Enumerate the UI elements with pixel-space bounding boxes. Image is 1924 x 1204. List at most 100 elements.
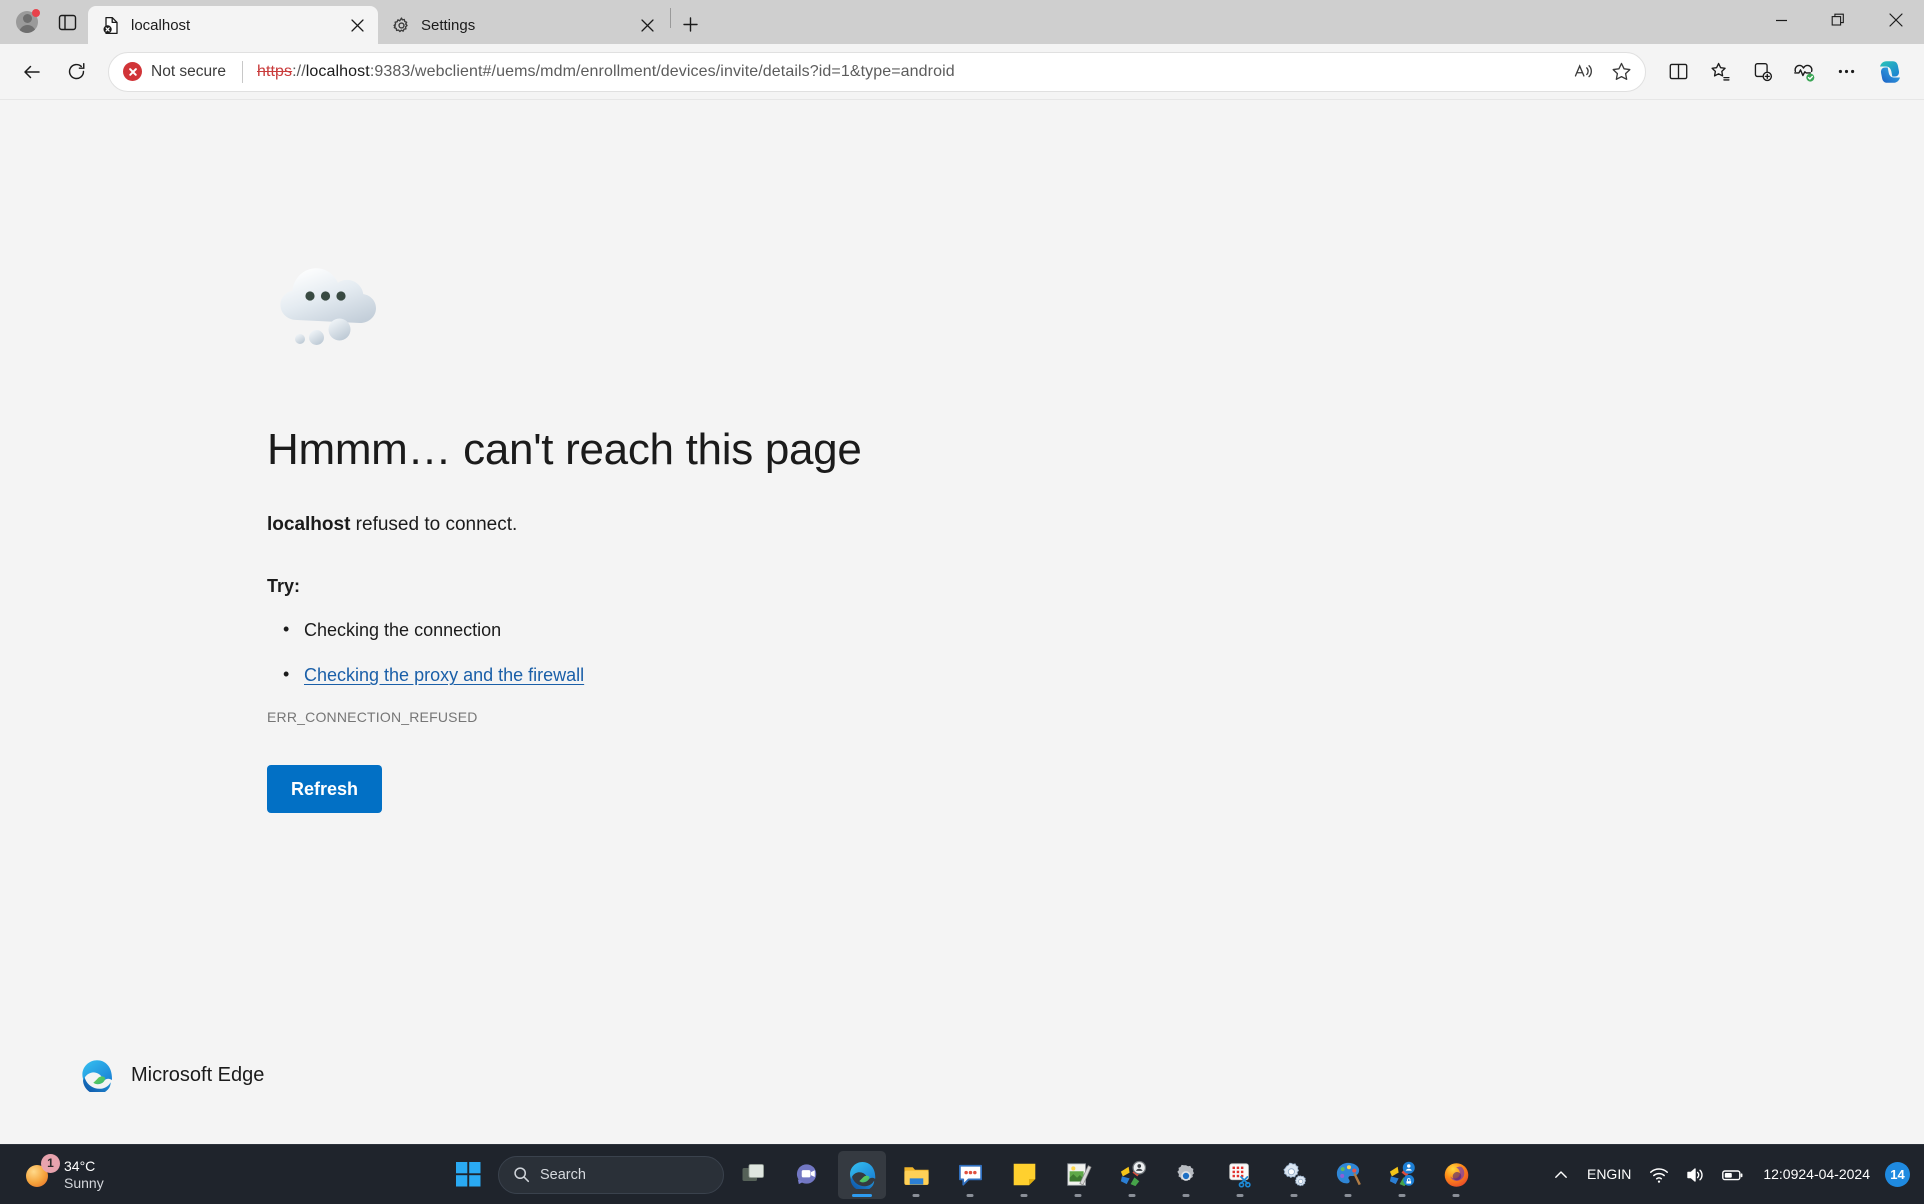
taskbar-app-sticky-notes[interactable]	[1000, 1151, 1048, 1199]
close-icon[interactable]	[344, 12, 370, 38]
url-host: localhost	[305, 62, 370, 80]
edge-logo-icon	[82, 1060, 112, 1092]
pinwheel-icon	[1120, 1160, 1146, 1187]
clock[interactable]: 12:09 24-04-2024	[1754, 1151, 1879, 1199]
browser-essentials-icon[interactable]	[1784, 52, 1824, 92]
more-options-button[interactable]	[1826, 52, 1866, 92]
search-input[interactable]: Search	[498, 1155, 724, 1194]
wifi-icon[interactable]	[1642, 1151, 1676, 1199]
running-indicator	[1290, 1193, 1298, 1197]
taskbar-app-paint-legacy[interactable]	[1054, 1151, 1102, 1199]
volume-icon[interactable]	[1678, 1151, 1712, 1199]
taskbar-app-settings-app[interactable]	[1270, 1151, 1318, 1199]
reload-button[interactable]	[56, 52, 96, 92]
address-bar[interactable]: Not secure https://localhost:9383/webcli…	[108, 51, 1646, 92]
try-label: Try:	[267, 575, 301, 596]
toolbar-right-actions	[1658, 50, 1912, 94]
security-label: Not secure	[151, 62, 226, 80]
tab-settings[interactable]: Settings	[378, 6, 668, 44]
paint-palette-icon	[1336, 1162, 1361, 1186]
taskbar-app-file-explorer[interactable]	[892, 1151, 940, 1199]
maximize-restore-button[interactable]	[1810, 0, 1867, 40]
error-subject: localhost	[267, 513, 351, 535]
chat-video-icon	[796, 1164, 816, 1185]
taskbar-app-paint-palette-app[interactable]	[1324, 1151, 1372, 1199]
site-security-button[interactable]: Not secure	[123, 62, 228, 81]
list-item: Checking the proxy and the firewall	[267, 663, 1267, 687]
tab-title: localhost	[131, 16, 191, 34]
language-primary: ENG	[1586, 1166, 1618, 1183]
window-controls	[1753, 0, 1924, 44]
weather-widget[interactable]: 1 34°C Sunny	[0, 1149, 104, 1201]
message-bubble-icon	[958, 1164, 982, 1186]
profile-alert-dot	[32, 9, 40, 17]
notification-badge[interactable]: 14	[1885, 1162, 1910, 1187]
running-indicator	[1020, 1193, 1028, 1197]
taskbar-app-chat-app[interactable]	[784, 1151, 832, 1199]
language-secondary: IN	[1617, 1166, 1632, 1183]
tab-strip: localhost Settings	[0, 0, 1924, 44]
favorites-list-icon[interactable]	[1700, 52, 1740, 92]
close-window-button[interactable]	[1867, 0, 1924, 40]
gear-icon	[1177, 1164, 1195, 1181]
minimize-button[interactable]	[1753, 0, 1810, 40]
tab-actions-menu-button[interactable]	[50, 5, 84, 39]
snipping-tool-icon	[1229, 1162, 1251, 1188]
read-aloud-icon[interactable]	[1565, 55, 1601, 89]
page-content: Hmmm… can't reach this page localhost re…	[0, 100, 1924, 1144]
proxy-firewall-link[interactable]: Checking the proxy and the firewall	[304, 665, 584, 685]
refresh-button[interactable]: Refresh	[267, 765, 383, 814]
profile-button[interactable]	[10, 5, 44, 39]
url-scheme: https	[256, 62, 293, 80]
error-code: ERR_CONNECTION_REFUSED	[267, 709, 478, 726]
weather-temperature: 34°C	[64, 1158, 96, 1175]
weather-condition: Sunny	[64, 1174, 104, 1191]
windows-logo-icon	[455, 1162, 480, 1187]
task-view-icon	[742, 1163, 764, 1181]
folder-icon	[903, 1167, 929, 1186]
taskbar-app-pinwheel-app-one[interactable]	[1108, 1151, 1156, 1199]
split-screen-icon[interactable]	[1658, 52, 1698, 92]
search-icon	[514, 1167, 530, 1183]
tab-title: Settings	[421, 16, 476, 34]
running-indicator	[1074, 1193, 1082, 1197]
taskbar-app-messaging-app[interactable]	[946, 1151, 994, 1199]
new-tab-button[interactable]	[673, 7, 707, 41]
taskbar-app-snipping-tool[interactable]	[1216, 1151, 1264, 1199]
close-icon[interactable]	[634, 12, 660, 38]
taskbar-app-microsoft-edge[interactable]	[838, 1150, 886, 1199]
paint-icon	[1067, 1162, 1092, 1186]
cloud-with-dots-icon	[267, 250, 1267, 367]
tab-localhost[interactable]: localhost	[88, 6, 378, 44]
taskbar-app-mozilla-firefox[interactable]	[1432, 1151, 1480, 1199]
task-view-button[interactable]	[730, 1151, 778, 1199]
gear-icon	[392, 16, 411, 35]
suggestion-text: Checking the connection	[304, 619, 502, 640]
search-placeholder: Search	[540, 1166, 586, 1183]
language-indicator[interactable]: ENG IN	[1578, 1151, 1640, 1199]
url-text[interactable]: https://localhost:9383/webclient#/uems/m…	[257, 63, 1565, 81]
clock-time: 12:09	[1763, 1166, 1799, 1183]
collections-icon[interactable]	[1742, 52, 1782, 92]
copilot-icon[interactable]	[1868, 50, 1912, 94]
taskbar: 1 34°C Sunny Search ENG IN 12:09 24-04-2…	[0, 1144, 1924, 1204]
edge-icon	[849, 1161, 875, 1189]
speaker-glyph	[1687, 1167, 1703, 1182]
tray-overflow-button[interactable]	[1546, 1151, 1576, 1199]
error-subtitle: localhost refused to connect.	[267, 514, 1267, 536]
running-indicator	[966, 1193, 974, 1197]
clock-date: 24-04-2024	[1798, 1166, 1870, 1183]
browser-window: localhost Settings Not secure https://lo…	[0, 0, 1924, 1204]
taskbar-app-pinwheel-app-two[interactable]	[1378, 1151, 1426, 1199]
start-button[interactable]	[444, 1151, 492, 1199]
system-tray: ENG IN 12:09 24-04-2024 14	[1546, 1145, 1924, 1204]
not-secure-icon	[123, 62, 142, 81]
taskbar-app-settings-gear-app[interactable]	[1162, 1151, 1210, 1199]
running-indicator	[1236, 1193, 1244, 1197]
battery-icon[interactable]	[1714, 1151, 1752, 1199]
firefox-icon	[1444, 1163, 1468, 1187]
battery-glyph	[1722, 1169, 1743, 1180]
settings-gears-icon	[1283, 1162, 1307, 1186]
back-button[interactable]	[12, 52, 52, 92]
favorite-star-icon[interactable]	[1603, 55, 1639, 89]
